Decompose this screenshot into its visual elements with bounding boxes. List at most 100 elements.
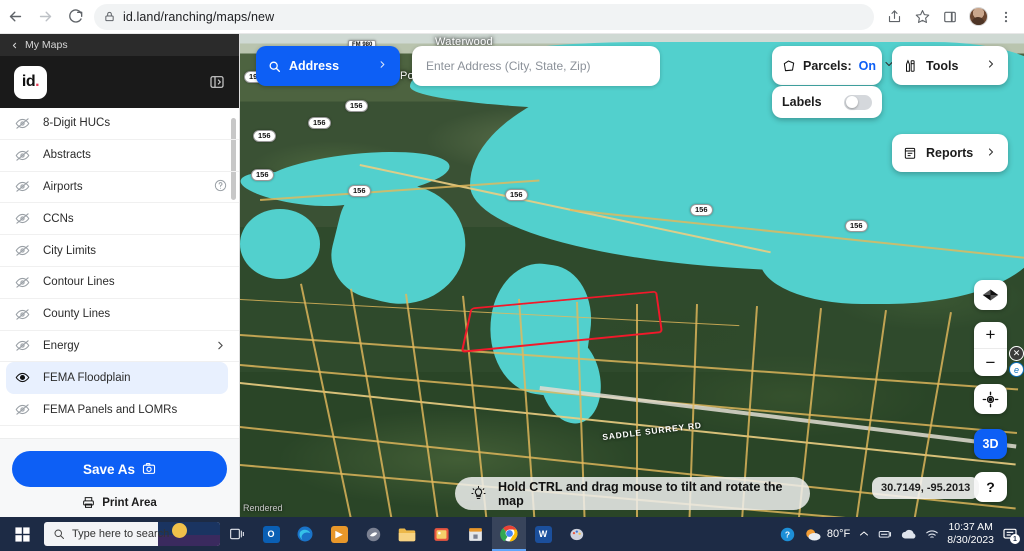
browser-action-icons (881, 4, 1024, 30)
report-document-icon (903, 146, 917, 160)
edge-icon[interactable]: e (1009, 362, 1024, 377)
paint-3d-icon[interactable] (356, 517, 390, 551)
wifi-icon[interactable] (925, 528, 939, 540)
sidebar-item-energy[interactable]: Energy (0, 331, 239, 363)
compass-icon[interactable] (974, 280, 1007, 310)
tools-button[interactable]: Tools (892, 46, 1008, 85)
route-shield: 156 (348, 185, 371, 197)
notification-count: 1 (1010, 534, 1020, 544)
parcels-toggle-panel[interactable]: Parcels: On (772, 46, 882, 85)
sidebar-item-ccns[interactable]: CCNs (0, 203, 239, 235)
eye-off-icon[interactable] (14, 338, 30, 353)
star-icon[interactable] (909, 4, 935, 30)
sidebar-item-contour-lines[interactable]: Contour Lines (0, 267, 239, 299)
sidebar-item-label: 8-Digit HUCs (43, 117, 227, 129)
chrome-icon[interactable] (492, 517, 526, 551)
print-area-button[interactable]: Print Area (12, 496, 227, 509)
app-logo[interactable]: id. (14, 66, 47, 99)
task-view-icon[interactable] (220, 517, 254, 551)
save-as-button[interactable]: Save As (12, 451, 227, 487)
close-icon[interactable]: ✕ (1009, 346, 1024, 361)
weather-widget[interactable]: 80°F (804, 527, 850, 542)
outlook-icon[interactable]: O (254, 517, 288, 551)
share-icon[interactable] (881, 4, 907, 30)
zoom-controls: + − (974, 322, 1007, 376)
photos-icon[interactable] (424, 517, 458, 551)
sidebar-item-label: Airports (43, 181, 201, 193)
breadcrumb[interactable]: My Maps (0, 34, 239, 56)
zoom-out-button[interactable]: − (974, 349, 1007, 376)
logo-dot: . (35, 73, 39, 91)
locate-crosshair-icon[interactable] (974, 384, 1007, 414)
address-bar[interactable]: id.land/ranching/maps/new (94, 4, 874, 30)
eye-off-icon[interactable] (14, 307, 30, 322)
parcels-label: Parcels: (803, 59, 852, 73)
sidebar-item-fema-panels-and-lomrs[interactable]: FEMA Panels and LOMRs (0, 394, 239, 426)
reports-label: Reports (926, 146, 973, 160)
reload-icon[interactable] (60, 2, 90, 32)
eye-off-icon[interactable] (14, 116, 30, 131)
map-coordinates: 30.7149, -95.2013 (872, 477, 979, 499)
lightbulb-icon (471, 486, 486, 501)
sidebar-item-abstracts[interactable]: Abstracts (0, 140, 239, 172)
edge-sidebar-badges: ✕ e (1009, 346, 1024, 377)
search-placeholder: Type here to search (72, 528, 169, 540)
eye-off-icon[interactable] (14, 211, 30, 226)
parcel-polygon-icon (782, 59, 796, 73)
tools-icon (903, 59, 917, 73)
windows-start-icon[interactable] (0, 517, 44, 551)
clock[interactable]: 10:37 AM 8/30/2023 (947, 521, 994, 547)
reports-button[interactable]: Reports (892, 134, 1008, 172)
sidebar-item-airports[interactable]: Airports (0, 172, 239, 204)
onedrive-icon[interactable] (901, 529, 917, 540)
back-arrow-icon[interactable] (0, 2, 30, 32)
edge-icon[interactable] (288, 517, 322, 551)
address-input[interactable] (412, 46, 660, 86)
sidebar-item-8-digit-hucs[interactable]: 8-Digit HUCs (0, 108, 239, 140)
network-icon[interactable] (878, 528, 893, 540)
eye-off-icon[interactable] (14, 243, 30, 258)
three-d-toggle-button[interactable]: 3D (974, 429, 1007, 459)
show-hidden-icons-icon[interactable] (858, 528, 870, 540)
print-area-label: Print Area (102, 497, 157, 509)
labels-toggle[interactable] (844, 95, 872, 110)
map-canvas[interactable]: Waterwood Pointblank Darby Hill FM 980 F… (240, 34, 1024, 517)
sidebar-item-label: CCNs (43, 213, 227, 225)
tools-label: Tools (926, 59, 958, 73)
three-dot-menu-icon[interactable] (993, 4, 1019, 30)
word-icon[interactable]: W (526, 517, 560, 551)
file-explorer-icon[interactable] (390, 517, 424, 551)
eye-icon[interactable] (14, 370, 30, 385)
chevron-right-icon (377, 59, 388, 73)
side-panel-icon[interactable] (937, 4, 963, 30)
help-circle-icon[interactable]: ? (779, 526, 796, 543)
clock-time: 10:37 AM (947, 521, 994, 534)
collapse-sidebar-icon[interactable] (209, 74, 225, 90)
printer-icon (82, 496, 95, 509)
sidebar-item-fema-floodplain[interactable]: FEMA Floodplain (6, 362, 228, 394)
help-circle-icon[interactable] (214, 179, 227, 195)
search-input[interactable]: Type here to search (44, 522, 220, 546)
zoom-in-button[interactable]: + (974, 322, 1007, 349)
eye-off-icon[interactable] (14, 275, 30, 290)
address-button[interactable]: Address (256, 46, 400, 86)
sidebar: My Maps id. 8-Digit HUCs Abst (0, 34, 240, 517)
eye-off-icon[interactable] (14, 402, 30, 417)
sidebar-item-label: FEMA Floodplain (43, 372, 216, 384)
search-icon (268, 60, 281, 73)
store-icon[interactable] (458, 517, 492, 551)
eye-off-icon[interactable] (14, 179, 30, 194)
notifications-icon[interactable]: 1 (1002, 526, 1018, 542)
forward-arrow-icon[interactable] (30, 2, 60, 32)
labels-toggle-panel[interactable]: Labels (772, 86, 882, 118)
sidebar-item-label: Abstracts (43, 149, 227, 161)
eye-off-icon[interactable] (14, 148, 30, 163)
media-player-icon[interactable]: ▶ (322, 517, 356, 551)
sidebar-item-label: County Lines (43, 308, 227, 320)
partly-cloudy-icon (804, 527, 822, 542)
chevron-right-icon[interactable] (214, 339, 227, 352)
sidebar-item-county-lines[interactable]: County Lines (0, 299, 239, 331)
avatar[interactable] (965, 4, 991, 30)
paint-icon[interactable] (560, 517, 594, 551)
sidebar-item-city-limits[interactable]: City Limits (0, 235, 239, 267)
